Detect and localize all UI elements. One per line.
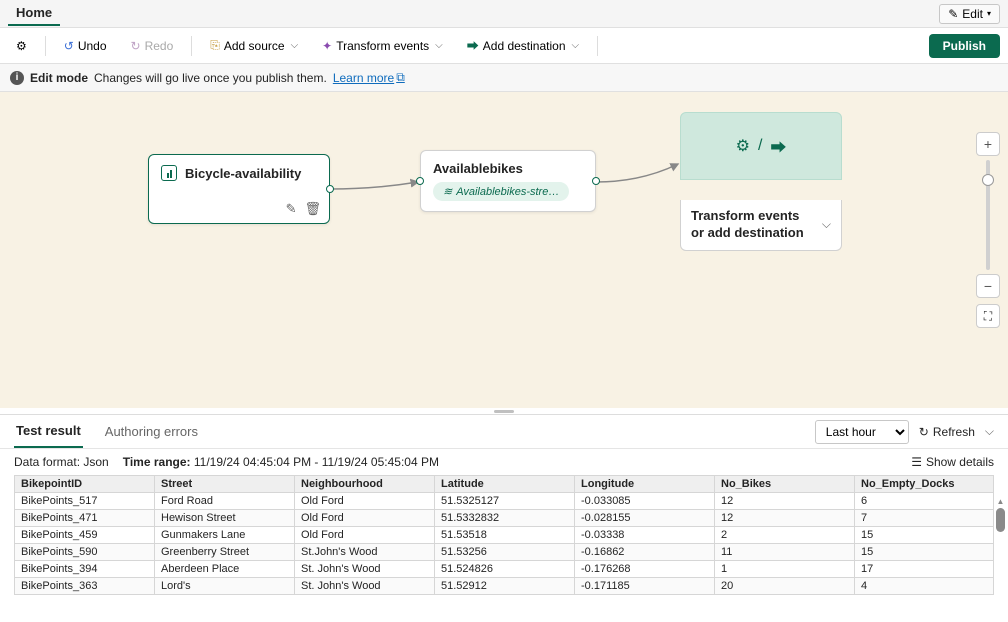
learn-more-link[interactable]: Learn more⧉ (333, 70, 405, 85)
col-no_bikes[interactable]: No_Bikes (715, 476, 855, 493)
zoom-controls: + − ⛶ (976, 132, 1000, 328)
add-source-button[interactable]: ⎘Add source (202, 34, 306, 57)
data-format-value: Json (83, 455, 108, 469)
table-row[interactable]: BikePoints_363Lord'sSt. John's Wood51.52… (15, 578, 994, 595)
stream-node-title: Availablebikes (433, 161, 583, 176)
destination-placeholder-node[interactable]: Transform events or add destination ⌵ (680, 200, 842, 251)
details-icon: ☰ (911, 455, 922, 469)
table-row[interactable]: BikePoints_459Gunmakers LaneOld Ford51.5… (15, 527, 994, 544)
refresh-button[interactable]: ↻Refresh (919, 425, 975, 439)
col-bikepointid[interactable]: BikepointID (15, 476, 155, 493)
table-row[interactable]: BikePoints_394Aberdeen PlaceSt. John's W… (15, 561, 994, 578)
stream-pill[interactable]: ≋ Availablebikes-stre… (433, 182, 569, 201)
col-longitude[interactable]: Longitude (575, 476, 715, 493)
home-tab[interactable]: Home (8, 1, 60, 26)
undo-icon: ↺ (64, 39, 74, 53)
results-table: BikepointIDStreetNeighbourhoodLatitudeLo… (14, 475, 994, 595)
transform-icon: ⚙ (736, 136, 750, 156)
add-destination-button[interactable]: ⮕Add destination (459, 33, 587, 58)
output-arrow-icon: ⮕ (770, 134, 786, 158)
time-filter-select[interactable]: Last hour (815, 420, 909, 444)
destination-placeholder-header: ⚙ / ⮕ (680, 112, 842, 180)
time-range-label: Time range: (123, 455, 191, 469)
edit-mode-message: Changes will go live once you publish th… (94, 71, 327, 85)
zoom-fit-button[interactable]: ⛶ (976, 304, 1000, 328)
edit-mode-label: Edit mode (30, 71, 88, 85)
transform-events-button[interactable]: ✦Transform events (314, 35, 451, 57)
info-icon: i (10, 71, 24, 85)
undo-button[interactable]: ↺Undo (56, 35, 115, 57)
zoom-out-button[interactable]: − (976, 274, 1000, 298)
time-range-value: 11/19/24 04:45:04 PM - 11/19/24 05:45:04… (194, 455, 439, 469)
stream-node[interactable]: Availablebikes ≋ Availablebikes-stre… (420, 150, 596, 212)
refresh-icon: ↻ (919, 425, 929, 439)
connector-1 (330, 142, 430, 242)
chevron-down-icon[interactable]: ⌵ (822, 217, 831, 232)
chevron-down-icon: ▾ (987, 9, 991, 18)
table-row[interactable]: BikePoints_590Greenberry StreetSt.John's… (15, 544, 994, 561)
source-node[interactable]: Bicycle-availability ✎ 🗑 (148, 154, 330, 224)
zoom-slider-track[interactable] (986, 160, 990, 270)
col-latitude[interactable]: Latitude (435, 476, 575, 493)
col-neighbourhood[interactable]: Neighbourhood (295, 476, 435, 493)
col-no_empty_docks[interactable]: No_Empty_Docks (855, 476, 994, 493)
edit-node-icon[interactable]: ✎ (286, 201, 297, 217)
show-details-button[interactable]: ☰Show details (911, 455, 994, 469)
input-port[interactable] (416, 177, 424, 185)
table-scrollbar[interactable]: ▲ (994, 497, 1007, 532)
tab-test-result[interactable]: Test result (14, 415, 83, 448)
col-street[interactable]: Street (155, 476, 295, 493)
redo-button[interactable]: ↻Redo (123, 35, 182, 57)
delete-node-icon[interactable]: 🗑 (304, 201, 321, 217)
canvas[interactable]: Bicycle-availability ✎ 🗑 Availablebikes … (0, 92, 1008, 408)
edit-button[interactable]: ✎ Edit ▾ (939, 4, 1000, 24)
data-format-label: Data format: (14, 455, 80, 469)
add-destination-icon: ⮕ (467, 37, 479, 54)
gear-icon: ⚙ (16, 39, 27, 53)
external-link-icon: ⧉ (396, 70, 405, 85)
stream-icon: ≋ (443, 185, 452, 198)
chevron-down-icon[interactable]: ⌵ (985, 424, 994, 439)
transform-icon: ✦ (322, 39, 332, 53)
add-source-icon: ⎘ (210, 38, 220, 53)
bar-chart-icon (161, 165, 177, 181)
table-row[interactable]: BikePoints_517Ford RoadOld Ford51.532512… (15, 493, 994, 510)
zoom-slider-thumb[interactable] (982, 174, 994, 186)
tab-authoring-errors[interactable]: Authoring errors (103, 416, 200, 447)
output-port[interactable] (592, 177, 600, 185)
output-port[interactable] (326, 185, 334, 193)
redo-icon: ↻ (131, 39, 141, 53)
table-row[interactable]: BikePoints_471Hewison StreetOld Ford51.5… (15, 510, 994, 527)
results-panel: Test result Authoring errors Last hour ↻… (0, 414, 1008, 622)
zoom-in-button[interactable]: + (976, 132, 1000, 156)
pencil-icon: ✎ (948, 7, 958, 21)
settings-button[interactable]: ⚙ (8, 35, 35, 57)
source-node-title: Bicycle-availability (185, 166, 301, 181)
publish-button[interactable]: Publish (929, 34, 1000, 58)
